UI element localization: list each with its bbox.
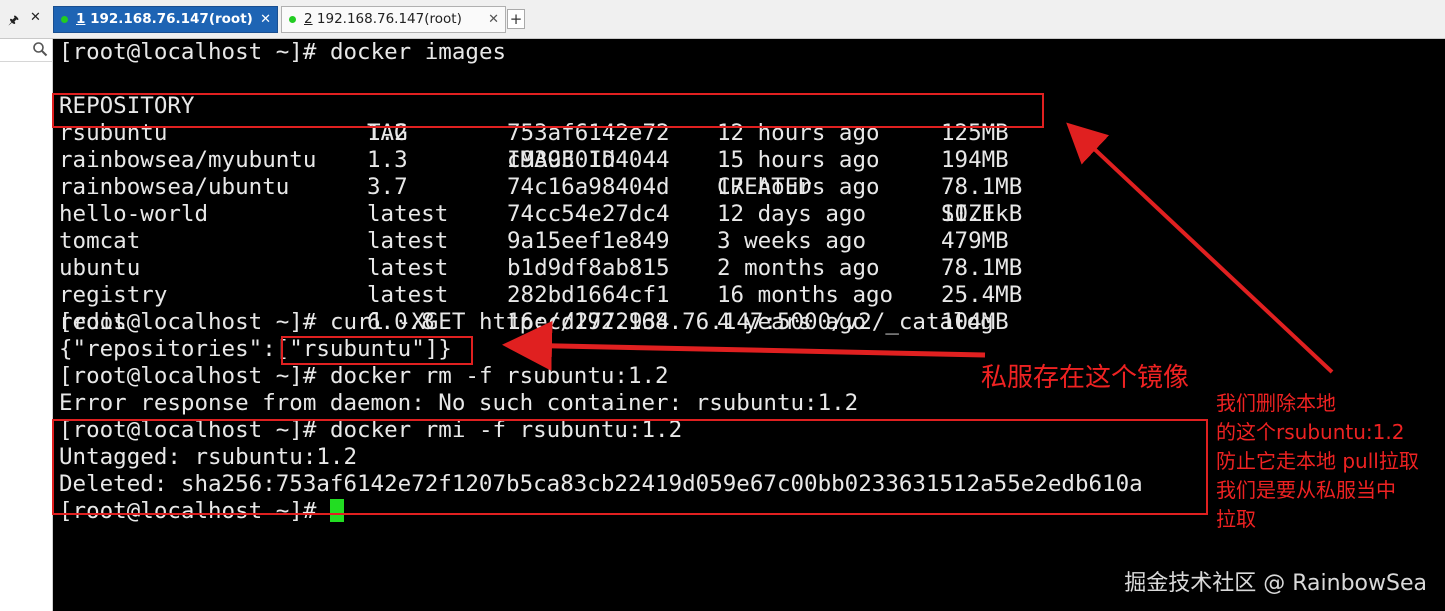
terminal-line: [root@localhost ~]# docker images — [59, 39, 507, 65]
sidebar-search[interactable] — [0, 39, 52, 62]
status-dot-icon — [289, 16, 296, 23]
watermark: 掘金技术社区 @ RainbowSea — [1124, 571, 1427, 596]
pin-icon[interactable]: 🖈 — [8, 11, 19, 32]
annotation-private-registry: 私服存在这个镜像 — [981, 363, 1190, 393]
highlight-box-repositories — [281, 336, 473, 365]
annotation-explanation: 我们删除本地 的这个rsubuntu:1.2 防止它走本地 pull拉取 我们是… — [1216, 391, 1419, 531]
table-row: hello-world latest 74cc54e27dc4 12 days ago… — [59, 201, 1023, 227]
table-row: redis 6.0.8 16ecd2772934 4 years ago 104MB — [59, 309, 1009, 335]
tab-session-2[interactable]: 2 192.168.76.147(root) ✕ — [281, 6, 506, 33]
tab-number: 2 — [304, 11, 313, 27]
terminal-line: Error response from daemon: No such cont… — [59, 390, 859, 416]
add-tab-icon[interactable]: + — [507, 9, 525, 29]
status-dot-icon — [61, 16, 68, 23]
tab-close-icon[interactable]: ✕ — [488, 7, 499, 32]
table-row: rainbowsea/ubuntu 3.7 74c16a98404d 17 hours… — [59, 174, 1023, 200]
session-sidebar — [0, 39, 53, 611]
highlight-box-rmi — [52, 419, 1208, 515]
search-icon[interactable] — [32, 41, 48, 57]
table-row: registry latest 282bd1664cf1 16 months ago 2… — [59, 282, 1023, 308]
tab-bar: 🖈 ✕ 1 192.168.76.147(root) ✕ 2 192.168.7… — [0, 0, 1445, 39]
close-icon[interactable]: ✕ — [30, 10, 41, 25]
table-row: tomcat latest 9a15eef1e849 3 weeks ago 479MB — [59, 228, 1009, 254]
highlight-box-rsubuntu-row — [52, 93, 1044, 128]
tab-title: 192.168.76.147(root) — [312, 11, 462, 27]
tab-title: 192.168.76.147(root) — [85, 11, 253, 27]
table-row: ubuntu latest b1d9df8ab815 2 months ago 78.1… — [59, 255, 1023, 281]
table-header: REPOSITORY TAG IMAGE ID CREATED SIZE — [59, 66, 1143, 227]
tab-session-1[interactable]: 1 192.168.76.147(root) ✕ — [53, 6, 278, 33]
tab-close-icon[interactable]: ✕ — [260, 7, 271, 32]
tab-number: 1 — [76, 11, 86, 27]
